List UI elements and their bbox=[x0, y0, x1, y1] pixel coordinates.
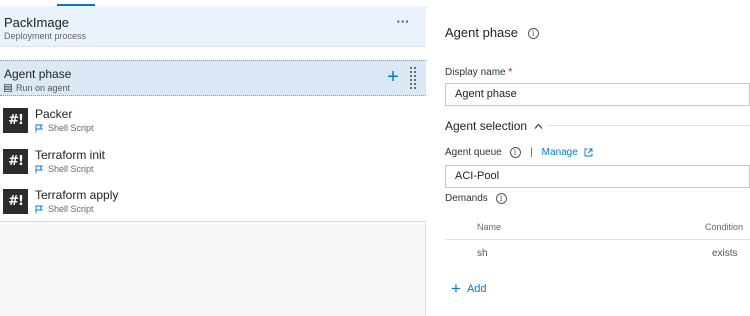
more-actions-button[interactable]: ··· bbox=[394, 15, 412, 31]
task-row-terraform-apply[interactable]: #! Terraform apply Shell Script bbox=[0, 183, 426, 223]
table-row[interactable]: sh exists bbox=[445, 246, 750, 264]
info-icon[interactable]: i bbox=[509, 147, 521, 158]
demands-label-wrap: Demands i bbox=[445, 193, 507, 204]
manage-link[interactable]: Manage bbox=[542, 147, 578, 158]
shell-script-icon: #! bbox=[3, 189, 28, 214]
add-demand-button[interactable]: + Add bbox=[451, 279, 487, 298]
shell-script-icon: #! bbox=[3, 149, 28, 174]
info-icon[interactable]: i bbox=[495, 193, 507, 204]
plus-icon: + bbox=[451, 279, 461, 298]
task-type-text: Shell Script bbox=[48, 204, 94, 214]
column-header-condition: Condition bbox=[705, 222, 744, 232]
task-name: Packer bbox=[35, 107, 73, 121]
add-task-button[interactable]: + bbox=[384, 67, 402, 87]
server-icon bbox=[4, 84, 12, 92]
display-name-label-wrap: Display name * bbox=[445, 67, 512, 78]
flag-icon bbox=[35, 124, 43, 132]
shell-script-icon: #! bbox=[3, 108, 28, 133]
add-demand-label: Add bbox=[466, 283, 487, 295]
drag-handle-icon[interactable] bbox=[409, 66, 417, 90]
phase-subtitle-text: Run on agent bbox=[16, 83, 71, 93]
agent-queue-select[interactable]: ACI-Pool bbox=[445, 165, 750, 188]
demands-table-header: Name Condition bbox=[445, 222, 750, 240]
pipeline-title: PackImage bbox=[4, 15, 70, 30]
section-divider bbox=[548, 125, 750, 126]
agent-selection-title: Agent selection bbox=[445, 119, 528, 133]
flag-icon bbox=[35, 205, 43, 213]
required-mark: * bbox=[508, 67, 513, 78]
separator: | bbox=[530, 147, 533, 159]
phase-details-panel: Agent phase i Display name * Agent phase… bbox=[427, 6, 750, 316]
process-tree-panel: PackImage Deployment process ··· Agent p… bbox=[0, 6, 426, 316]
task-row-terraform-init[interactable]: #! Terraform init Shell Script bbox=[0, 143, 426, 183]
agent-queue-label: Agent queue bbox=[445, 147, 502, 159]
task-type: Shell Script bbox=[35, 204, 94, 214]
task-name: Terraform apply bbox=[35, 188, 119, 202]
flag-icon bbox=[35, 165, 43, 173]
task-type-text: Shell Script bbox=[48, 123, 94, 133]
info-icon[interactable]: i bbox=[527, 28, 539, 40]
external-link-icon[interactable] bbox=[584, 148, 593, 157]
display-name-label: Display name bbox=[445, 67, 506, 78]
task-type: Shell Script bbox=[35, 123, 94, 133]
column-header-name: Name bbox=[477, 222, 502, 232]
phase-title: Agent phase bbox=[4, 67, 72, 81]
tasks-area: PackImage Deployment process ··· Agent p… bbox=[0, 6, 426, 222]
agent-queue-label-wrap: Agent queue i | Manage bbox=[445, 147, 593, 158]
details-title-wrap: Agent phase i bbox=[445, 25, 539, 40]
agent-selection-header[interactable]: Agent selection bbox=[445, 119, 543, 133]
demands-label: Demands bbox=[445, 193, 488, 205]
details-title: Agent phase bbox=[445, 25, 519, 40]
chevron-up-icon[interactable] bbox=[534, 122, 543, 131]
phase-subtitle: Run on agent bbox=[4, 83, 70, 93]
pipeline-subtitle: Deployment process bbox=[4, 31, 87, 41]
pipeline-header[interactable]: PackImage Deployment process ··· bbox=[0, 6, 426, 47]
demand-condition[interactable]: exists bbox=[712, 248, 738, 259]
task-type: Shell Script bbox=[35, 164, 94, 174]
agent-phase-row[interactable]: Agent phase Run on agent + bbox=[0, 60, 426, 96]
task-row-packer[interactable]: #! Packer Shell Script bbox=[0, 102, 426, 142]
display-name-input[interactable]: Agent phase bbox=[445, 83, 750, 106]
task-name: Terraform init bbox=[35, 148, 106, 162]
demand-name[interactable]: sh bbox=[477, 248, 488, 259]
task-type-text: Shell Script bbox=[48, 164, 94, 174]
